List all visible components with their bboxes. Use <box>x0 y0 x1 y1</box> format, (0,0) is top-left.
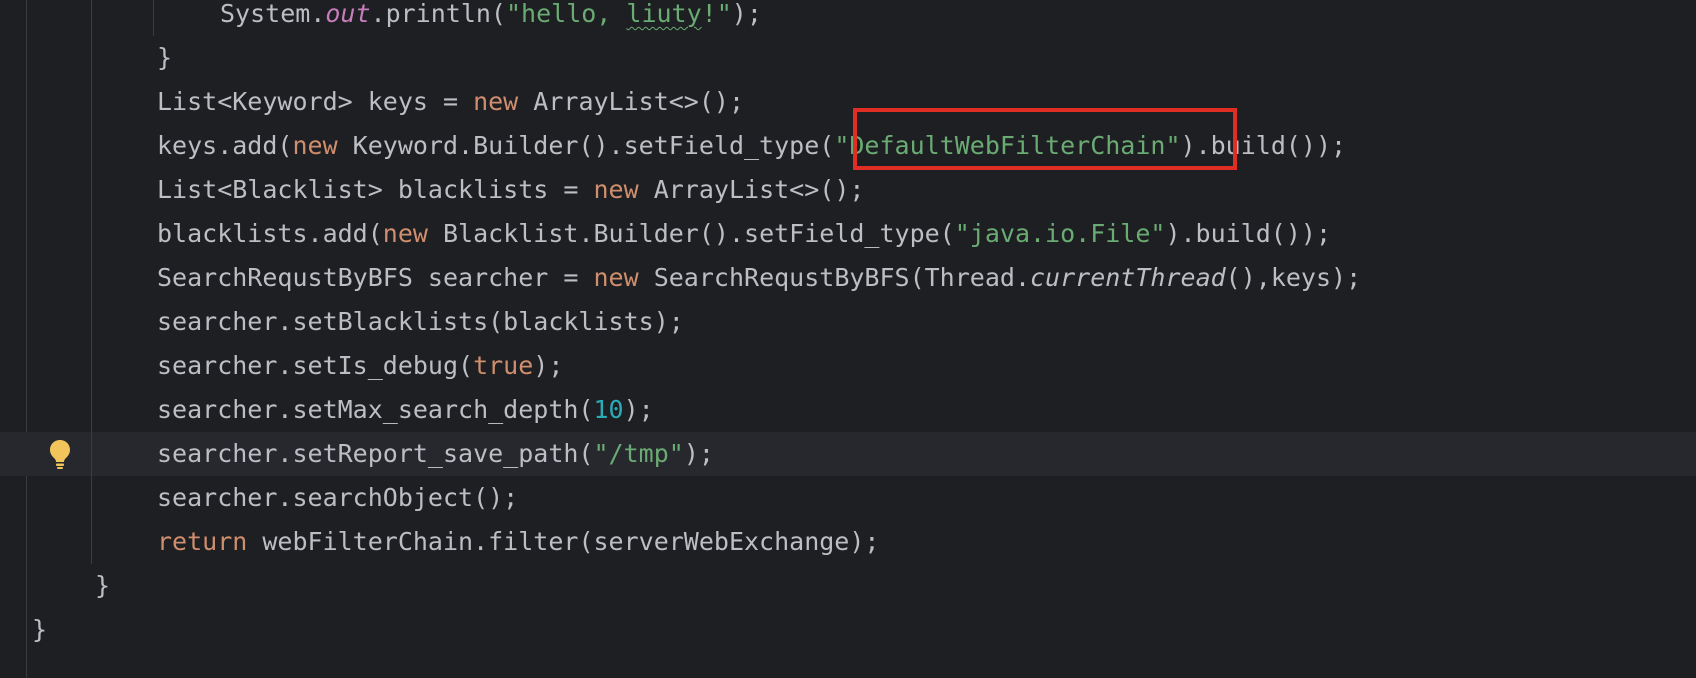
code-line[interactable]: searcher.setBlacklists(blacklists); <box>157 300 684 344</box>
indent-guide <box>153 0 154 36</box>
code-token: searcher.setReport_save_path( <box>157 439 594 468</box>
code-line[interactable]: searcher.setMax_search_depth(10); <box>157 388 654 432</box>
code-token: webFilterChain.filter(serverWebExchange)… <box>247 527 880 556</box>
code-token: new <box>593 175 639 204</box>
code-token: ); <box>533 351 564 380</box>
code-token: new <box>473 87 519 116</box>
code-editor[interactable]: System.out.println("hello, liuty!");} Lis… <box>0 0 1696 678</box>
code-token: true <box>473 351 534 380</box>
code-line[interactable]: searcher.searchObject(); <box>157 476 518 520</box>
code-token: List<Keyword> keys = <box>157 87 474 116</box>
code-line[interactable]: } <box>95 564 110 608</box>
indent-guide <box>91 0 92 564</box>
code-token: List<Blacklist> blacklists = <box>157 175 594 204</box>
code-token: new <box>593 263 639 292</box>
code-token: System. <box>220 0 326 28</box>
code-line[interactable]: blacklists.add(new Blacklist.Builder().s… <box>157 212 1331 256</box>
code-token: ); <box>683 439 714 468</box>
lightbulb-icon[interactable] <box>48 438 72 470</box>
code-token: ArrayList<>(); <box>518 87 745 116</box>
code-line[interactable]: searcher.setReport_save_path("/tmp"); <box>157 432 714 476</box>
code-token: searcher.setIs_debug( <box>157 351 474 380</box>
code-token: ); <box>623 395 654 424</box>
annotation-highlight-box <box>853 108 1237 170</box>
code-token: currentThread <box>1030 263 1226 292</box>
code-line[interactable]: } <box>32 608 47 652</box>
code-token: liuty <box>626 0 702 28</box>
code-token: keys.add( <box>157 131 293 160</box>
code-token: SearchRequstByBFS searcher = <box>157 263 594 292</box>
code-token: new <box>292 131 338 160</box>
code-token: } <box>32 615 48 644</box>
code-line[interactable]: searcher.setIs_debug(true); <box>157 344 563 388</box>
code-token: ArrayList<>(); <box>638 175 865 204</box>
code-token: .println( <box>370 0 506 28</box>
code-token: searcher.searchObject(); <box>157 483 519 512</box>
code-token: } <box>95 571 111 600</box>
code-token: Blacklist.Builder().setField_type( <box>427 219 955 248</box>
code-token: (),keys); <box>1225 263 1362 292</box>
code-token: SearchRequstByBFS(Thread. <box>638 263 1030 292</box>
code-token: return <box>157 527 248 556</box>
code-line[interactable]: SearchRequstByBFS searcher = new SearchR… <box>157 256 1361 300</box>
code-line[interactable]: } <box>157 36 172 80</box>
code-token: searcher.setMax_search_depth( <box>157 395 594 424</box>
code-line[interactable]: List<Blacklist> blacklists = new ArrayLi… <box>157 168 864 212</box>
code-token: "hello, <box>505 0 627 28</box>
code-token: ); <box>731 0 762 28</box>
code-token: out <box>325 0 371 28</box>
code-token: !" <box>701 0 732 28</box>
code-line[interactable]: List<Keyword> keys = new ArrayList<>(); <box>157 80 744 124</box>
code-token: Keyword.Builder().setField_type( <box>337 131 835 160</box>
code-token: } <box>157 43 173 72</box>
code-token: searcher.setBlacklists(blacklists); <box>157 307 684 336</box>
code-line[interactable]: System.out.println("hello, liuty!"); <box>220 0 762 36</box>
code-line[interactable]: return webFilterChain.filter(serverWebEx… <box>157 520 879 564</box>
code-token: "/tmp" <box>593 439 684 468</box>
gutter-separator <box>26 0 27 678</box>
code-token: blacklists.add( <box>157 219 383 248</box>
code-token: ).build()); <box>1165 219 1332 248</box>
code-token: new <box>382 219 428 248</box>
code-token: 10 <box>593 395 624 424</box>
code-token: "java.io.File" <box>954 219 1166 248</box>
